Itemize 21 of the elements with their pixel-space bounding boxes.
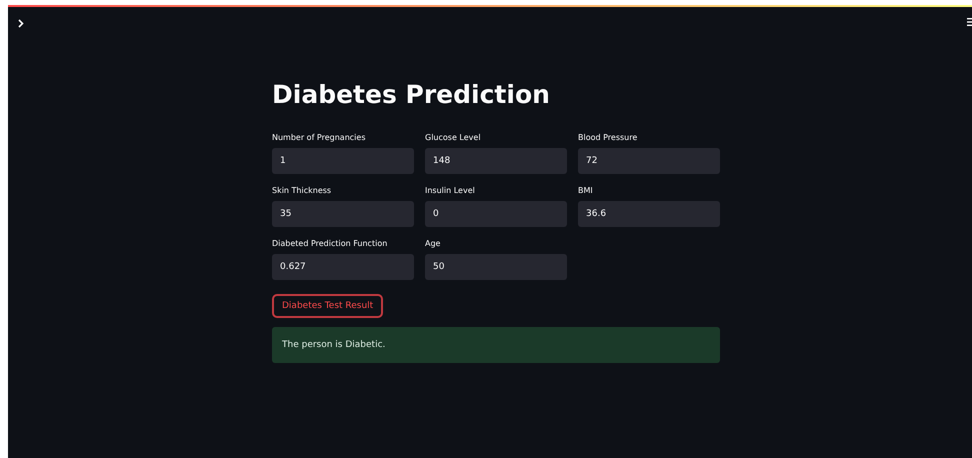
menu-icon[interactable] [967,18,972,26]
input-field[interactable]: 0 [425,201,567,227]
input-field[interactable]: 0.627 [272,254,414,280]
field-label: Glucose Level [425,133,482,142]
field-label: Number of Pregnancies [272,133,366,142]
result-message: The person is Diabetic. [272,327,720,363]
field-label: Diabeted Prediction Function [272,239,388,248]
test-result-button[interactable]: Diabetes Test Result [272,294,384,318]
field-label: Age [425,239,442,248]
input-field[interactable]: 50 [425,254,567,280]
input-field[interactable]: 148 [425,148,567,174]
field-label: Blood Pressure [578,133,638,142]
field-label: Insulin Level [425,186,476,195]
input-field[interactable]: 36.6 [578,201,720,227]
field-label: BMI [578,186,594,195]
chevron-icon[interactable] [18,18,24,28]
input-field[interactable]: 1 [272,148,414,174]
input-field[interactable]: 72 [578,148,720,174]
page-title: Diabetes Prediction [272,80,551,109]
field-label: Skin Thickness [272,186,332,195]
input-field[interactable]: 35 [272,201,414,227]
